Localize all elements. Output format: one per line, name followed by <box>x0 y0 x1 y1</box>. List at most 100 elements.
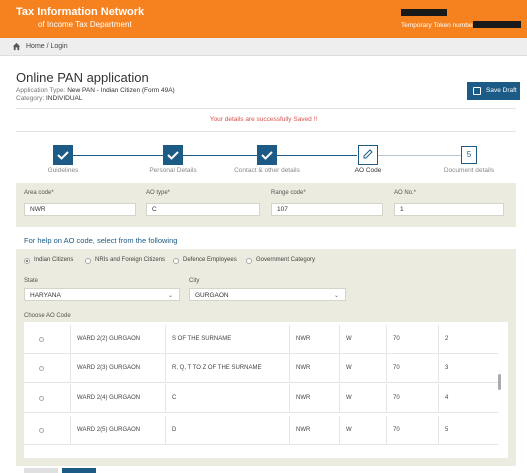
step-label: Guidelines <box>47 167 79 174</box>
step-ao-code[interactable] <box>358 145 378 165</box>
step-connector <box>183 155 260 156</box>
ao-type-cell: W <box>339 384 386 413</box>
select-cell <box>24 416 70 445</box>
range-code-cell: 70 <box>386 325 438 354</box>
row-radio[interactable] <box>39 366 44 371</box>
ao-type-cell: W <box>339 416 386 445</box>
area-code-cell: NWR <box>289 325 339 354</box>
ward-cell: WARD 2(2) GURGAON <box>70 325 165 354</box>
step-contact-details[interactable] <box>257 145 277 165</box>
ao-type-cell: W <box>339 325 386 354</box>
breadcrumb[interactable]: Home / Login <box>26 43 68 50</box>
step-guidelines[interactable] <box>53 145 73 165</box>
top-header: Tax Information Network of Income Tax De… <box>0 0 527 38</box>
breadcrumb-bar: Home / Login <box>0 38 527 56</box>
jurisdiction-cell: R, Q, T TO Z OF THE SURNAME <box>165 354 289 383</box>
city-select[interactable]: GURGAON ⌄ <box>189 288 346 301</box>
jurisdiction-cell: S OF THE SURNAME <box>165 325 289 354</box>
ao-no-label: AO No.* <box>394 190 417 196</box>
ward-cell: WARD 2(3) GURGAON <box>70 354 165 383</box>
state-select[interactable]: HARYANA ⌄ <box>24 288 180 301</box>
back-button[interactable] <box>24 468 58 473</box>
ao-type-label: AO type* <box>146 190 171 196</box>
page-title: Online PAN application <box>16 70 149 85</box>
step-label: Personal Details <box>149 167 197 174</box>
divider <box>16 108 516 109</box>
table-row[interactable]: WARD 2(3) GURGAON R, Q, T TO Z OF THE SU… <box>24 354 498 383</box>
ao-no-cell: 5 <box>438 416 498 445</box>
table-row[interactable]: WARD 2(5) GURGAON D NWR W 70 5 <box>24 416 498 445</box>
redacted-username <box>401 9 447 16</box>
chevron-down-icon: ⌄ <box>167 293 173 299</box>
row-radio[interactable] <box>39 428 44 433</box>
step-label: AO Code <box>354 167 382 174</box>
save-icon <box>473 87 481 95</box>
step-label: Contact & other details <box>234 167 300 174</box>
jurisdiction-cell: D <box>165 416 289 445</box>
home-icon[interactable] <box>12 42 21 51</box>
jurisdiction-cell: C <box>165 384 289 413</box>
select-cell <box>24 384 70 413</box>
ward-cell: WARD 2(4) GURGAON <box>70 384 165 413</box>
save-draft-button[interactable]: Save Draft <box>467 82 520 100</box>
brand-title: Tax Information Network <box>16 6 145 18</box>
radio-label: NRIs and Foreign Citizens <box>95 257 166 263</box>
step-number: 5 <box>466 150 472 159</box>
ao-type-field[interactable]: C <box>146 203 260 216</box>
ao-code-table: WARD 2(2) GURGAON S OF THE SURNAME NWR W… <box>24 322 508 458</box>
ao-no-cell: 2 <box>438 325 498 354</box>
help-heading: For help on AO code, select from the fol… <box>24 236 178 245</box>
select-cell <box>24 354 70 383</box>
table-row[interactable]: WARD 2(4) GURGAON C NWR W 70 4 <box>24 384 498 413</box>
check-icon <box>167 151 179 160</box>
row-radio[interactable] <box>39 396 44 401</box>
step-personal-details[interactable] <box>163 145 183 165</box>
radio-label: Defence Employees <box>183 257 237 263</box>
ward-cell: WARD 2(5) GURGAON <box>70 416 165 445</box>
step-connector <box>378 155 461 156</box>
radio-label: Indian Citizens <box>34 257 74 263</box>
radio-nri-foreign[interactable] <box>85 258 91 264</box>
app-type-value: New PAN - Indian Citizen (Form 49A) <box>67 87 175 94</box>
city-value: GURGAON <box>195 292 229 299</box>
ao-type-cell: W <box>339 354 386 383</box>
area-code-cell: NWR <box>289 416 339 445</box>
category-value: INDIVIDUAL <box>46 95 83 102</box>
choose-ao-label: Choose AO Code <box>24 313 71 319</box>
city-label: City <box>189 278 200 284</box>
saved-message: Your details are successfully Saved !! <box>209 116 318 123</box>
redacted-token-number <box>473 21 521 28</box>
area-code-cell: NWR <box>289 384 339 413</box>
range-code-label: Range code* <box>271 190 306 196</box>
pencil-icon <box>363 149 373 159</box>
step-connector <box>73 155 166 156</box>
step-document-details[interactable]: 5 <box>461 146 477 164</box>
state-value: HARYANA <box>30 292 61 299</box>
range-code-field[interactable]: 107 <box>271 203 383 216</box>
next-button[interactable] <box>62 468 96 473</box>
table-scrollbar[interactable] <box>498 374 501 390</box>
divider <box>16 131 516 132</box>
application-info: Application Type: New PAN - Indian Citiz… <box>16 87 175 103</box>
table-row[interactable]: WARD 2(2) GURGAON S OF THE SURNAME NWR W… <box>24 325 498 354</box>
ao-no-cell: 3 <box>438 354 498 383</box>
ao-no-field[interactable]: 1 <box>394 203 504 216</box>
range-code-cell: 70 <box>386 416 438 445</box>
select-cell <box>24 325 70 354</box>
area-code-cell: NWR <box>289 354 339 383</box>
step-connector <box>277 155 357 156</box>
area-code-label: Area code* <box>24 190 54 196</box>
check-icon <box>261 151 273 160</box>
category-label: Category: <box>16 95 46 102</box>
area-code-field[interactable]: NWR <box>24 203 136 216</box>
ao-no-cell: 4 <box>438 384 498 413</box>
radio-defence[interactable] <box>173 258 179 264</box>
range-code-cell: 70 <box>386 384 438 413</box>
radio-indian-citizens[interactable] <box>24 258 30 264</box>
chevron-down-icon: ⌄ <box>333 293 339 299</box>
radio-government[interactable] <box>246 258 252 264</box>
token-label: Temporary Token number: <box>401 22 477 29</box>
brand-subtitle: of Income Tax Department <box>38 20 132 29</box>
row-radio[interactable] <box>39 337 44 342</box>
app-type-label: Application Type: <box>16 87 68 94</box>
